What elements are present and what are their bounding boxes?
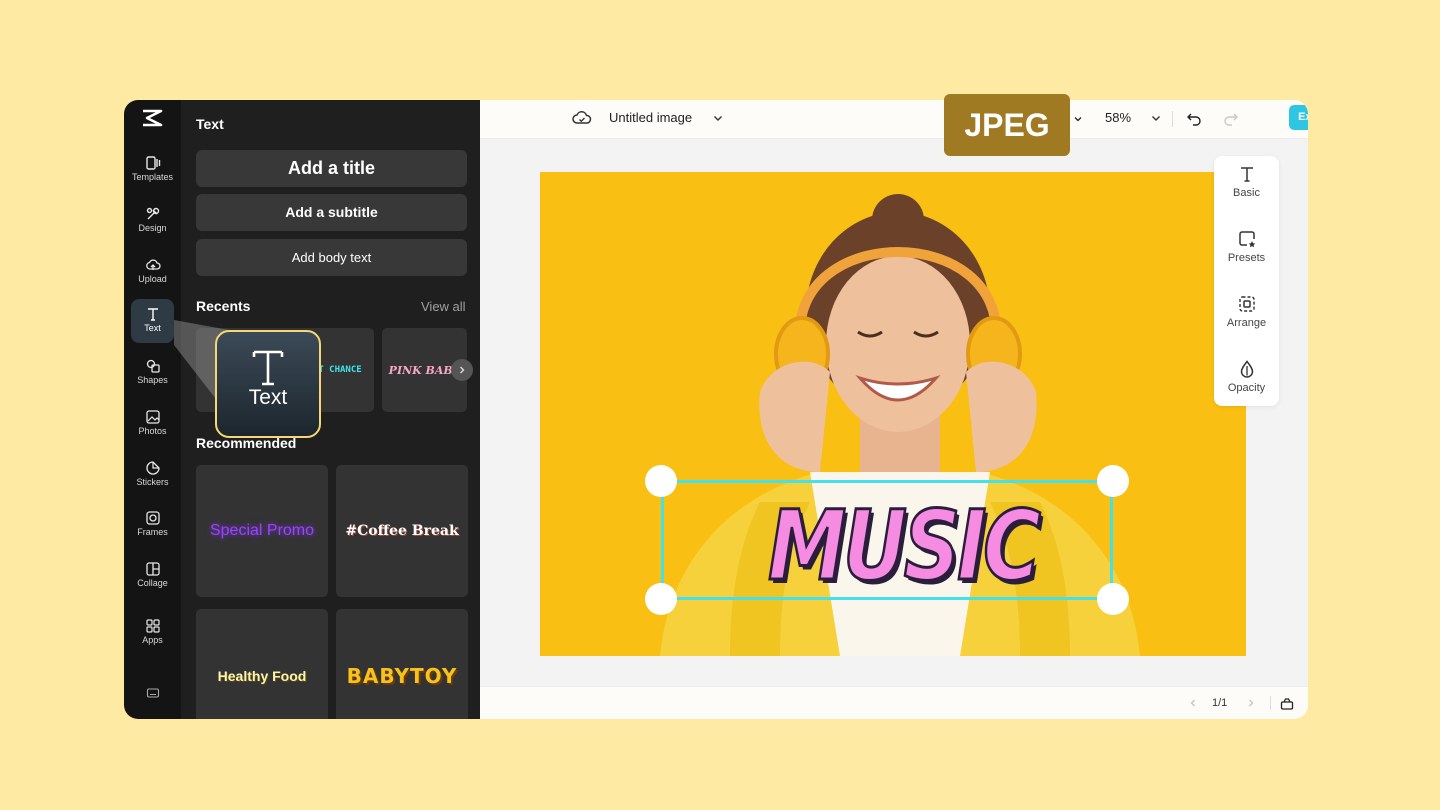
pages-panel-icon[interactable] (1280, 697, 1294, 710)
recommended-preset[interactable]: Healthy Food (196, 609, 328, 719)
preset-label: Special Promo (209, 522, 315, 539)
callout-label: Text (248, 386, 288, 409)
resize-handle-bottom-left[interactable] (645, 583, 677, 615)
resize-handle-bottom-right[interactable] (1097, 583, 1129, 615)
recents-next-button[interactable] (451, 359, 473, 381)
zoom-level[interactable]: 58% (1105, 110, 1131, 125)
recommended-preset[interactable]: Special Promo (196, 465, 328, 597)
rail-label: Frames (137, 527, 168, 537)
photos-icon (145, 410, 160, 424)
prop-basic[interactable]: Basic (1214, 164, 1279, 199)
text-icon (252, 350, 284, 386)
add-title-button[interactable]: Add a title (196, 150, 467, 187)
view-all-link[interactable]: View all (421, 299, 466, 314)
prop-opacity[interactable]: Opacity (1214, 359, 1279, 394)
document-title[interactable]: Untitled image (609, 110, 692, 125)
preset-label: Healthy Food (217, 668, 307, 684)
panel-title: Text (196, 116, 224, 132)
prop-label: Basic (1233, 187, 1260, 199)
left-rail: Templates Design Upload Text Shapes Phot… (124, 100, 181, 719)
redo-icon (1224, 113, 1238, 126)
recent-preset-label: PINK BABY (388, 363, 461, 377)
recommended-preset[interactable]: #Coffee Break (336, 465, 468, 597)
rail-label: Photos (138, 426, 167, 436)
cloud-sync-icon[interactable] (572, 109, 592, 127)
rail-label: Templates (131, 172, 174, 182)
rail-label: Stickers (136, 477, 169, 487)
prop-label: Arrange (1226, 317, 1267, 329)
text-basic-icon (1240, 167, 1253, 182)
shapes-icon (146, 359, 160, 373)
rail-label: Apps (142, 635, 163, 645)
opacity-drop-icon (1240, 360, 1253, 378)
prop-presets[interactable]: Presets (1214, 229, 1279, 264)
keyboard-icon (146, 688, 159, 698)
apps-grid-icon (145, 619, 160, 633)
chevron-down-icon[interactable] (712, 112, 724, 124)
rail-shapes[interactable]: Shapes (131, 351, 174, 395)
chevron-down-icon[interactable] (1150, 112, 1162, 124)
toolbar-divider (1172, 111, 1173, 127)
stickers-icon (145, 461, 160, 475)
rail-design[interactable]: Design (131, 199, 174, 243)
add-body-text-button[interactable]: Add body text (196, 239, 467, 276)
resize-handle-top-left[interactable] (645, 465, 677, 497)
rail-templates[interactable]: Templates (131, 148, 174, 192)
rail-label: Upload (138, 274, 167, 284)
rail-label: Collage (137, 578, 168, 588)
rail-label: Text (144, 323, 161, 333)
collage-icon (145, 562, 160, 576)
frames-icon (145, 511, 160, 525)
rail-photos[interactable]: Photos (131, 402, 174, 446)
rail-keyboard-shortcuts[interactable] (131, 678, 174, 708)
prop-arrange[interactable]: Arrange (1214, 294, 1279, 329)
rail-upload[interactable]: Upload (131, 250, 174, 294)
text-tool-callout: Text (215, 330, 321, 438)
app-logo-icon[interactable] (138, 108, 166, 128)
templates-icon (145, 156, 160, 170)
presets-icon (1238, 231, 1255, 248)
rail-stickers[interactable]: Stickers (131, 453, 174, 497)
recent-preset-label: T CHANCE (318, 365, 362, 375)
canvas-text-element[interactable]: MUSIC (767, 489, 1042, 604)
rail-text[interactable]: Text (131, 299, 174, 343)
undo-icon (1187, 113, 1201, 126)
chevron-right-icon[interactable] (1246, 698, 1256, 708)
bottom-bar: 1/1 (480, 686, 1308, 719)
rail-label: Shapes (137, 375, 168, 385)
redo-button[interactable] (1216, 104, 1246, 134)
design-icon (146, 207, 159, 220)
format-badge: JPEG (944, 94, 1070, 156)
rail-apps[interactable]: Apps (131, 611, 174, 655)
rail-frames[interactable]: Frames (131, 503, 174, 547)
text-icon (147, 308, 158, 321)
properties-panel: Basic Presets Arrange Opacity (1214, 156, 1279, 406)
recents-heading: Recents (196, 298, 251, 314)
chevron-right-icon (460, 366, 465, 374)
top-toolbar: Untitled image 58% Export 5 (480, 100, 1308, 139)
rail-collage[interactable]: Collage (131, 554, 174, 598)
undo-button[interactable] (1179, 104, 1209, 134)
upload-cloud-icon (145, 259, 161, 270)
prop-label: Presets (1227, 252, 1266, 264)
page-indicator: 1/1 (1212, 697, 1228, 709)
export-button[interactable]: Export (1289, 105, 1308, 130)
recommended-preset[interactable]: BABYTOY (336, 609, 468, 719)
chevron-left-icon[interactable] (1188, 698, 1198, 708)
add-subtitle-button[interactable]: Add a subtitle (196, 194, 467, 231)
preset-label: BABYTOY (346, 664, 458, 688)
chevron-down-icon (1074, 117, 1081, 122)
arrange-icon (1238, 296, 1255, 312)
rail-label: Design (138, 223, 167, 233)
resize-handle-top-right[interactable] (1097, 465, 1129, 497)
preset-label: #Coffee Break (345, 523, 459, 539)
prop-label: Opacity (1227, 382, 1266, 394)
bottom-divider (1270, 696, 1271, 710)
